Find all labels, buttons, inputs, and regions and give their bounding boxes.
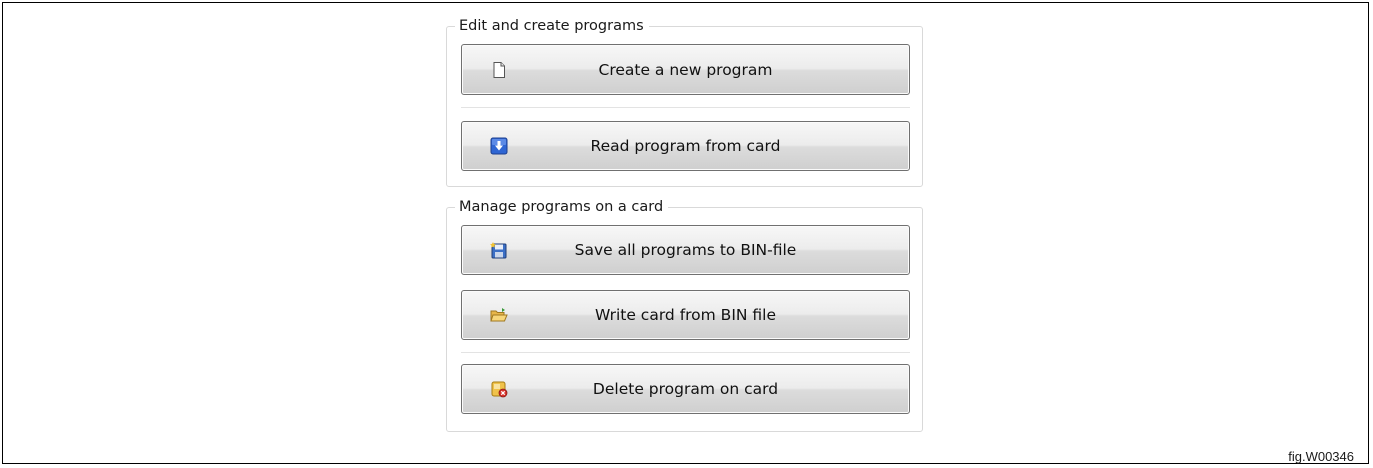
read-program-from-card-label: Read program from card [590, 137, 781, 155]
separator [461, 107, 910, 108]
write-card-from-bin-button[interactable]: Write card from BIN file [461, 290, 910, 340]
create-new-program-button[interactable]: Create a new program [461, 44, 910, 95]
save-all-programs-button[interactable]: Save all programs to BIN-file [461, 225, 910, 275]
edit-group-legend: Edit and create programs [455, 16, 649, 36]
manage-group-legend: Manage programs on a card [455, 197, 669, 217]
save-all-programs-label: Save all programs to BIN-file [574, 241, 797, 259]
separator [461, 352, 910, 353]
edit-create-programs-group: Edit and create programs Create a new pr… [446, 16, 923, 187]
delete-program-on-card-button[interactable]: Delete program on card [461, 364, 910, 414]
figure-label: fig.W00346 [1288, 449, 1354, 464]
write-card-from-bin-label: Write card from BIN file [594, 306, 777, 324]
manage-programs-group: Manage programs on a card Save all progr… [446, 197, 923, 432]
read-program-from-card-button[interactable]: Read program from card [461, 121, 910, 171]
delete-program-on-card-label: Delete program on card [592, 380, 779, 398]
create-new-program-label: Create a new program [598, 60, 773, 79]
